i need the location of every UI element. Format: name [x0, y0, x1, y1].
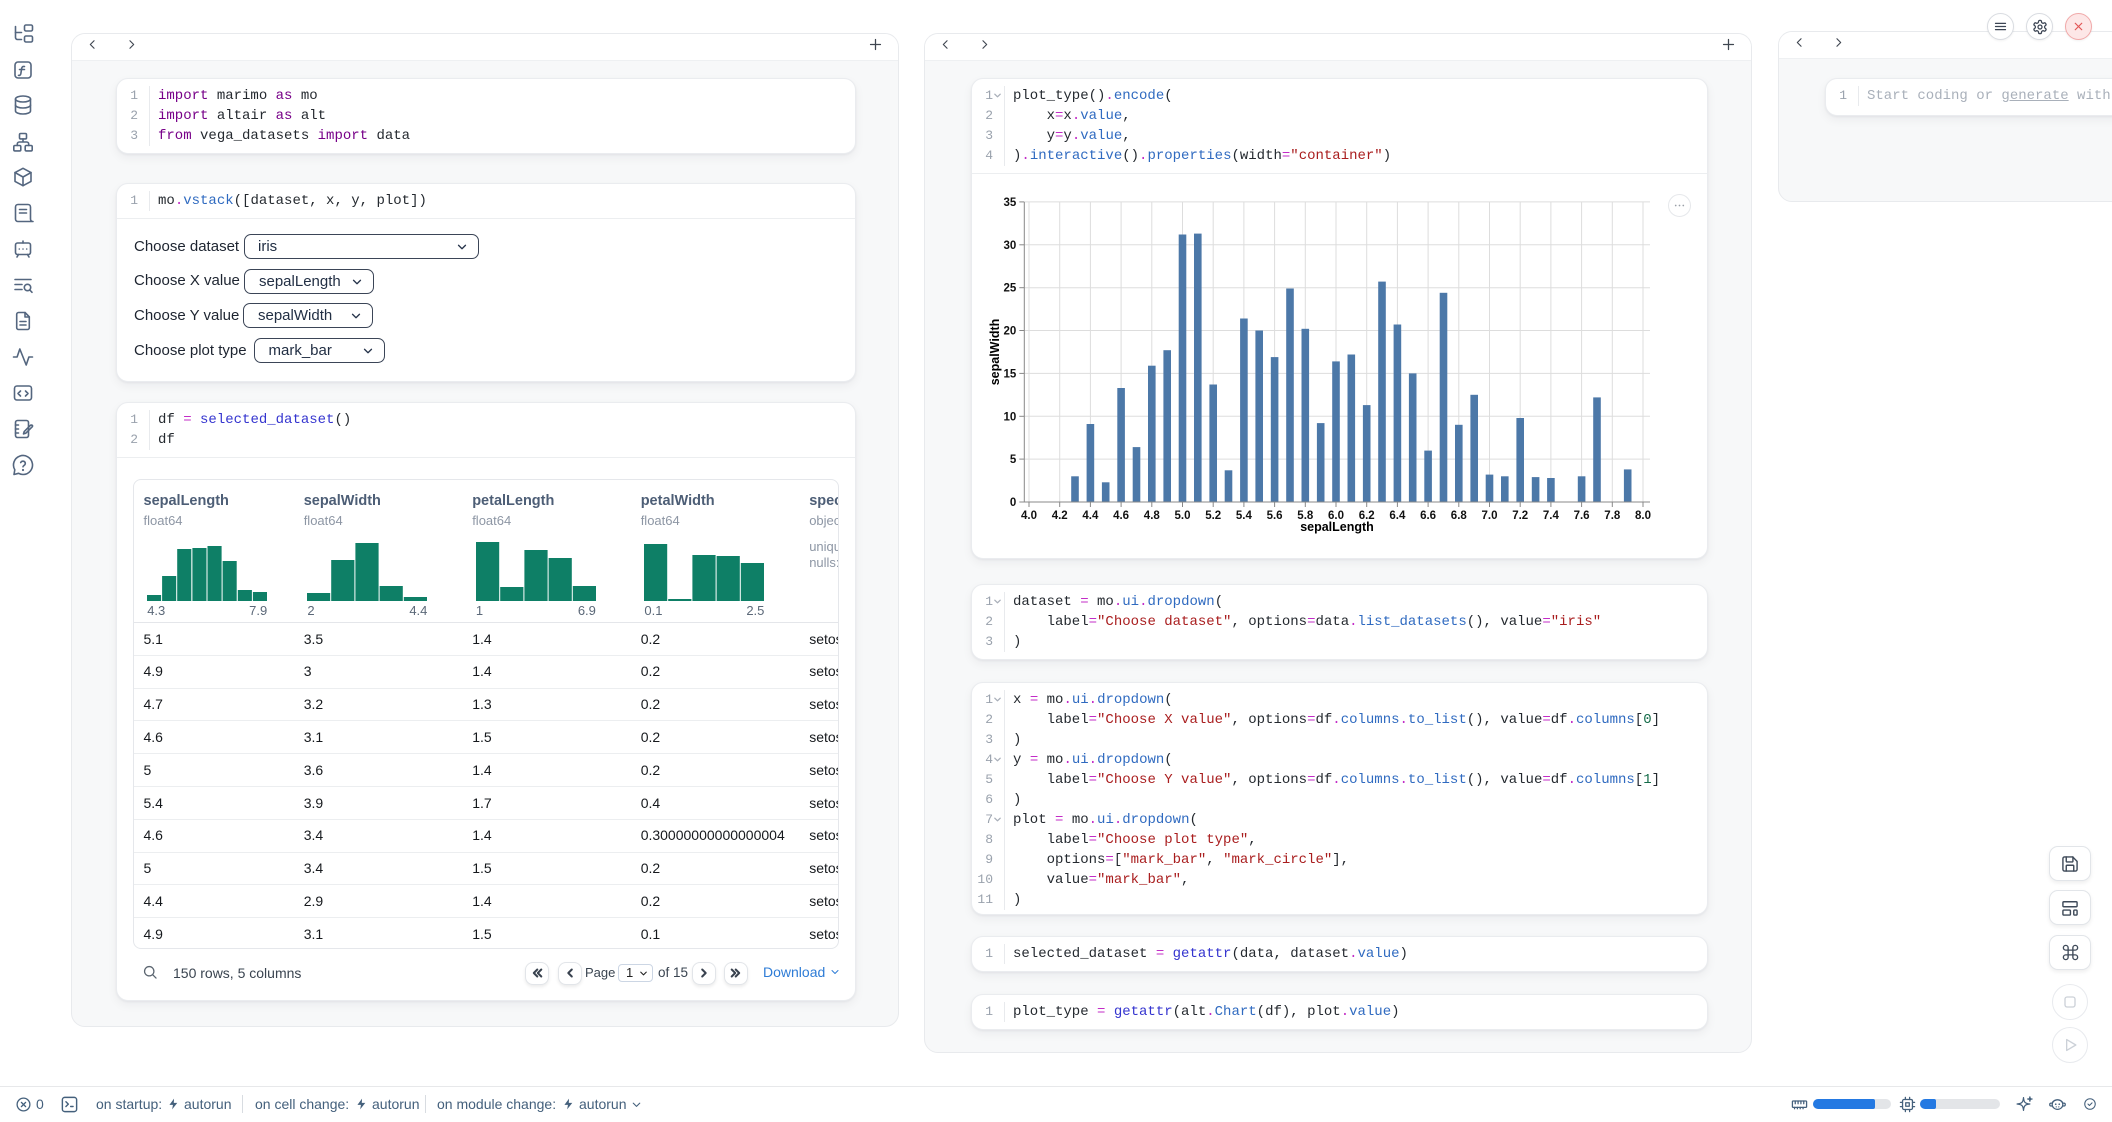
svg-text:6.4: 6.4	[1389, 510, 1406, 522]
svg-text:35: 35	[1004, 197, 1017, 209]
svg-text:5.4: 5.4	[1236, 510, 1253, 522]
svg-text:4.0: 4.0	[1021, 510, 1037, 522]
svg-text:7.0: 7.0	[1482, 510, 1498, 522]
svg-text:4.2: 4.2	[1052, 510, 1068, 522]
svg-text:5.6: 5.6	[1267, 510, 1283, 522]
svg-text:7.6: 7.6	[1574, 510, 1590, 522]
svg-text:5.2: 5.2	[1205, 510, 1221, 522]
svg-text:sepalWidth: sepalWidth	[988, 319, 1002, 386]
svg-text:10: 10	[1004, 411, 1017, 423]
svg-text:7.8: 7.8	[1604, 510, 1621, 522]
svg-text:sepalLength: sepalLength	[1300, 520, 1374, 534]
svg-text:30: 30	[1004, 240, 1017, 252]
svg-text:7.4: 7.4	[1543, 510, 1560, 522]
svg-text:20: 20	[1004, 326, 1017, 338]
svg-text:7.2: 7.2	[1512, 510, 1528, 522]
svg-text:8.0: 8.0	[1635, 510, 1651, 522]
svg-text:4.8: 4.8	[1144, 510, 1161, 522]
svg-text:4.6: 4.6	[1113, 510, 1129, 522]
svg-text:6.8: 6.8	[1451, 510, 1468, 522]
svg-text:0: 0	[1010, 497, 1016, 509]
svg-text:15: 15	[1004, 368, 1017, 380]
svg-text:4.4: 4.4	[1082, 510, 1099, 522]
svg-text:5: 5	[1010, 454, 1017, 466]
svg-text:6.6: 6.6	[1420, 510, 1436, 522]
svg-text:5.0: 5.0	[1175, 510, 1191, 522]
svg-text:25: 25	[1004, 283, 1017, 295]
